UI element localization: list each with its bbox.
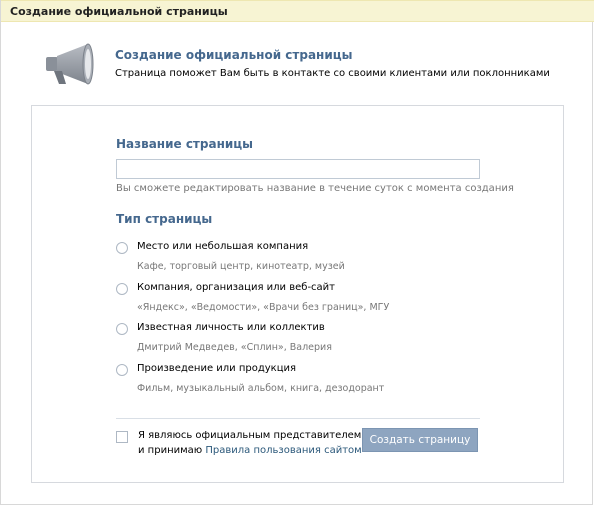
option-description: Дмитрий Медведев, «Сплин», Валерия	[137, 342, 332, 353]
option-label: Произведение или продукция	[137, 363, 297, 374]
divider	[116, 418, 480, 419]
header-title: Создание официальной страницы	[115, 48, 353, 62]
page-name-label: Название страницы	[116, 137, 254, 151]
page-name-hint: Вы сможете редактировать название в тече…	[116, 183, 514, 194]
header-description: Страница поможет Вам быть в контакте со …	[115, 68, 550, 79]
page-type-option-place[interactable]: Место или небольшая компания Кафе, торго…	[116, 241, 476, 277]
option-description: Фильм, музыкальный альбом, книга, дезодо…	[137, 383, 385, 394]
page-name-input[interactable]	[116, 159, 480, 179]
agree-text: Я являюсь официальным представителем	[138, 430, 362, 441]
megaphone-icon	[46, 43, 94, 85]
radio-button[interactable]	[116, 323, 128, 335]
radio-button[interactable]	[116, 242, 128, 254]
page-type-option-celebrity[interactable]: Известная личность или коллектив Дмитрий…	[116, 322, 476, 358]
page-type-option-company[interactable]: Компания, организация или веб-сайт «Янде…	[116, 282, 476, 318]
agree-prefix: и принимаю	[138, 445, 206, 456]
terms-link[interactable]: Правила пользования сайтом	[205, 445, 361, 456]
agree-text-line2: и принимаю Правила пользования сайтом	[138, 445, 362, 456]
form-box: Название страницы Вы сможете редактирова…	[31, 105, 564, 483]
window-title: Создание официальной страницы	[1, 0, 594, 22]
option-label: Место или небольшая компания	[137, 241, 309, 252]
page-type-label: Тип страницы	[116, 212, 213, 226]
page-type-option-product[interactable]: Произведение или продукция Фильм, музыка…	[116, 363, 476, 399]
option-description: «Яндекс», «Ведомости», «Врачи без границ…	[137, 302, 390, 313]
option-description: Кафе, торговый центр, кинотеатр, музей	[137, 261, 345, 272]
radio-button[interactable]	[116, 283, 128, 295]
option-label: Компания, организация или веб-сайт	[137, 282, 336, 293]
radio-button[interactable]	[116, 364, 128, 376]
create-page-button[interactable]: Создать страницу	[362, 428, 478, 452]
option-label: Известная личность или коллектив	[137, 322, 325, 333]
official-representative-checkbox[interactable]	[116, 431, 128, 443]
create-page-panel: Создание официальной страницы Создание о…	[0, 0, 594, 505]
